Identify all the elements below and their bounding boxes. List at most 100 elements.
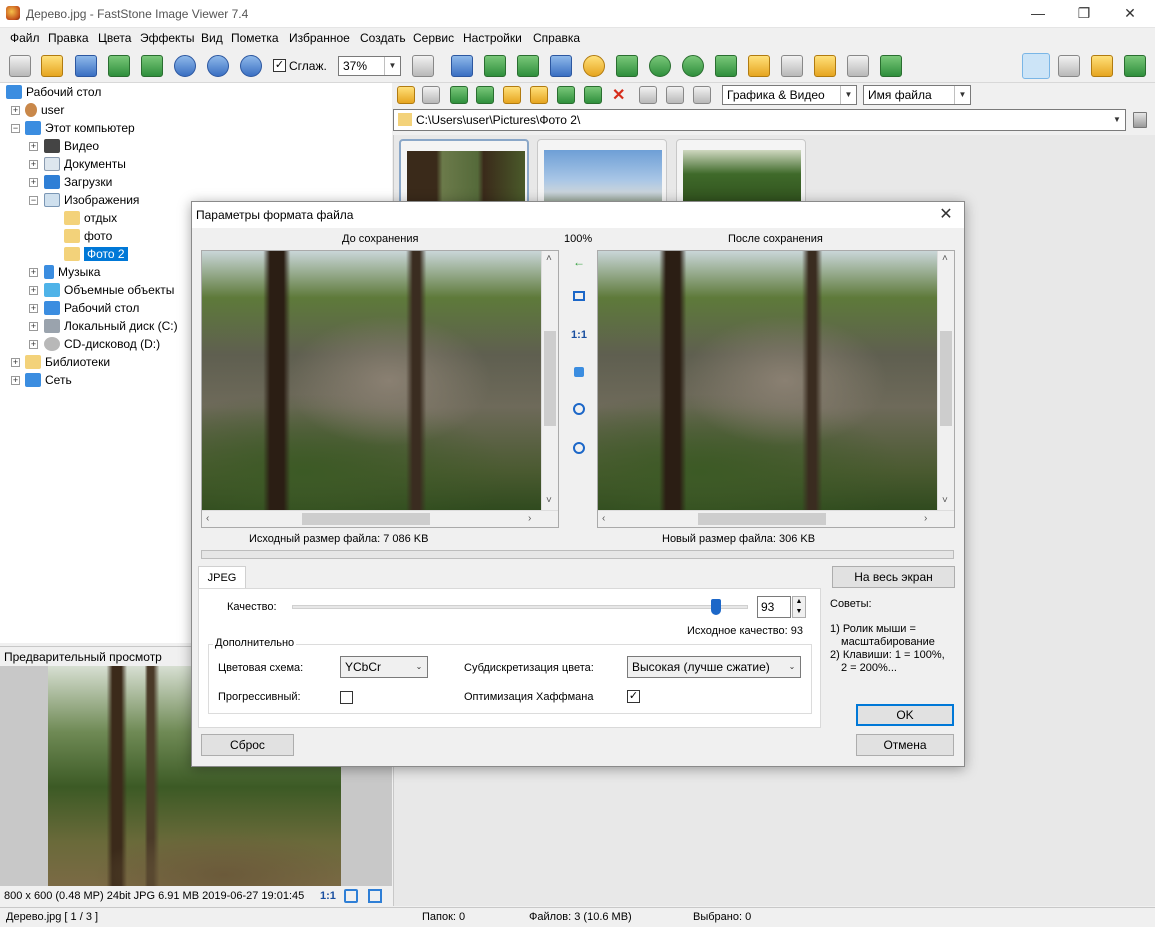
expand-toggle[interactable]: + xyxy=(11,106,20,115)
menu-help[interactable]: Справка xyxy=(533,31,580,45)
tree-item-documents[interactable]: Документы xyxy=(44,156,126,174)
back-arrow-icon[interactable] xyxy=(397,86,415,104)
thumbnail-garden[interactable] xyxy=(676,139,806,209)
menu-tools[interactable]: Сервис xyxy=(413,31,454,45)
tree-item-3d-objects[interactable]: Объемные объекты xyxy=(44,282,174,300)
stamp-icon[interactable] xyxy=(616,55,638,77)
color-scheme-select[interactable]: YCbCr ⌄ xyxy=(340,656,428,678)
menu-edit[interactable]: Правка xyxy=(48,31,89,45)
zoom-in-icon[interactable] xyxy=(174,55,196,77)
camera-icon[interactable] xyxy=(9,55,31,77)
set-wallpaper-icon[interactable] xyxy=(748,55,770,77)
expand-toggle[interactable]: + xyxy=(29,268,38,277)
fullscreen-icon[interactable] xyxy=(368,889,382,903)
tree-item-music[interactable]: Музыка xyxy=(44,264,100,282)
refresh-icon[interactable] xyxy=(476,86,494,104)
progressive-checkbox[interactable] xyxy=(340,691,353,704)
tree-item-libraries[interactable]: Библиотеки xyxy=(25,354,110,372)
rotate-left-icon[interactable] xyxy=(649,55,671,77)
new-folder-icon[interactable] xyxy=(503,86,521,104)
email-icon[interactable] xyxy=(814,55,836,77)
color-adjust-icon[interactable] xyxy=(550,55,572,77)
quality-spinner[interactable]: ▲ ▼ xyxy=(792,596,806,618)
scroll-thumb[interactable] xyxy=(544,331,556,426)
expand-toggle[interactable]: + xyxy=(29,304,38,313)
actual-size-button[interactable]: 1:1 xyxy=(320,886,336,906)
scroll-right-icon[interactable]: › xyxy=(528,513,531,524)
compare-icon[interactable] xyxy=(715,55,737,77)
ok-button[interactable]: OK xyxy=(856,704,954,726)
cancel-button[interactable]: Отмена xyxy=(856,734,954,756)
crop-icon[interactable] xyxy=(517,55,539,77)
quality-slider[interactable] xyxy=(292,605,748,609)
details-view-icon[interactable] xyxy=(666,86,684,104)
subsampling-select[interactable]: Высокая (лучше сжатие) ⌄ xyxy=(627,656,801,678)
expand-toggle[interactable]: + xyxy=(29,142,38,151)
thumb-size-icon[interactable] xyxy=(693,86,711,104)
file-filter-select[interactable]: Графика & Видео ▼ xyxy=(722,85,857,105)
tree-item-pictures[interactable]: Изображения xyxy=(44,192,139,210)
delete-icon[interactable]: ✕ xyxy=(612,85,625,105)
favorites-folder-icon[interactable] xyxy=(530,86,548,104)
fit-window-icon[interactable] xyxy=(344,889,358,903)
horizontal-scrollbar[interactable]: ‹ › xyxy=(598,510,954,527)
fit-icon[interactable] xyxy=(569,287,589,307)
menu-settings[interactable]: Настройки xyxy=(463,31,522,45)
scroll-down-icon[interactable]: ˅ xyxy=(546,495,552,506)
collapse-toggle[interactable]: − xyxy=(11,124,20,133)
forward-arrow-icon[interactable] xyxy=(422,86,440,104)
eraser-icon[interactable] xyxy=(781,55,803,77)
open-folder-icon[interactable] xyxy=(41,55,63,77)
tree-item-desktop[interactable]: Рабочий стол xyxy=(6,84,101,102)
tab-jpeg[interactable]: JPEG xyxy=(198,566,246,588)
expand-toggle[interactable]: + xyxy=(11,358,20,367)
menu-favorites[interactable]: Избранное xyxy=(289,31,350,45)
scroll-down-icon[interactable]: ˅ xyxy=(942,495,948,506)
collapse-toggle[interactable]: − xyxy=(29,196,38,205)
trash-icon[interactable] xyxy=(1133,112,1147,128)
menu-file[interactable]: Файл xyxy=(10,31,40,45)
tree-item-drive-c[interactable]: Локальный диск (C:) xyxy=(44,318,178,336)
scroll-thumb[interactable] xyxy=(698,513,826,525)
up-folder-icon[interactable] xyxy=(450,86,468,104)
move-to-icon[interactable] xyxy=(584,86,602,104)
expand-toggle[interactable]: + xyxy=(29,160,38,169)
scroll-up-icon[interactable]: ˄ xyxy=(942,253,948,264)
quality-input[interactable]: 93 xyxy=(757,596,791,618)
scroll-thumb[interactable] xyxy=(302,513,430,525)
menu-create[interactable]: Создать xyxy=(360,31,406,45)
expand-toggle[interactable]: + xyxy=(29,286,38,295)
slideshow-icon[interactable] xyxy=(451,55,473,77)
scroll-thumb[interactable] xyxy=(940,331,952,426)
hand-tool-icon[interactable] xyxy=(412,55,434,77)
fullscreen-icon[interactable] xyxy=(1124,55,1146,77)
sync-arrow-icon[interactable]: ← xyxy=(569,252,589,272)
tree-item-this-pc[interactable]: Этот компьютер xyxy=(25,120,135,138)
close-button[interactable]: ✕ xyxy=(1107,0,1153,28)
zoom-select[interactable]: 37% ▼ xyxy=(338,56,401,76)
vertical-scrollbar[interactable]: ˄ ˅ xyxy=(541,251,558,511)
menu-tag[interactable]: Пометка xyxy=(231,31,279,45)
tree-item-drive-d[interactable]: CD-дисковод (D:) xyxy=(44,336,160,354)
prev-image-icon[interactable] xyxy=(108,55,130,77)
vertical-scrollbar[interactable]: ˄ ˅ xyxy=(937,251,954,511)
maximize-button[interactable]: ❐ xyxy=(1061,0,1107,28)
dialog-close-button[interactable]: ✕ xyxy=(934,202,958,228)
reset-button[interactable]: Сброс xyxy=(201,734,294,756)
brightness-icon[interactable] xyxy=(583,55,605,77)
scroll-left-icon[interactable]: ‹ xyxy=(602,513,605,524)
scroll-up-icon[interactable]: ˄ xyxy=(546,253,552,264)
layout-browser-icon[interactable] xyxy=(1022,53,1050,79)
tree-item-network[interactable]: Сеть xyxy=(25,372,72,390)
thumbnail-tree[interactable] xyxy=(399,139,529,209)
sort-select[interactable]: Имя файла ▼ xyxy=(863,85,971,105)
zoom-out-icon[interactable] xyxy=(207,55,229,77)
scroll-right-icon[interactable]: › xyxy=(924,513,927,524)
expand-toggle[interactable]: + xyxy=(29,340,38,349)
scroll-left-icon[interactable]: ‹ xyxy=(206,513,209,524)
print-icon[interactable] xyxy=(847,55,869,77)
layout-preview-icon[interactable] xyxy=(1091,55,1113,77)
huffman-checkbox[interactable]: ✓ xyxy=(627,690,640,703)
tree-item-foto-2[interactable]: Фото 2 xyxy=(64,246,128,264)
rotate-right-icon[interactable] xyxy=(682,55,704,77)
